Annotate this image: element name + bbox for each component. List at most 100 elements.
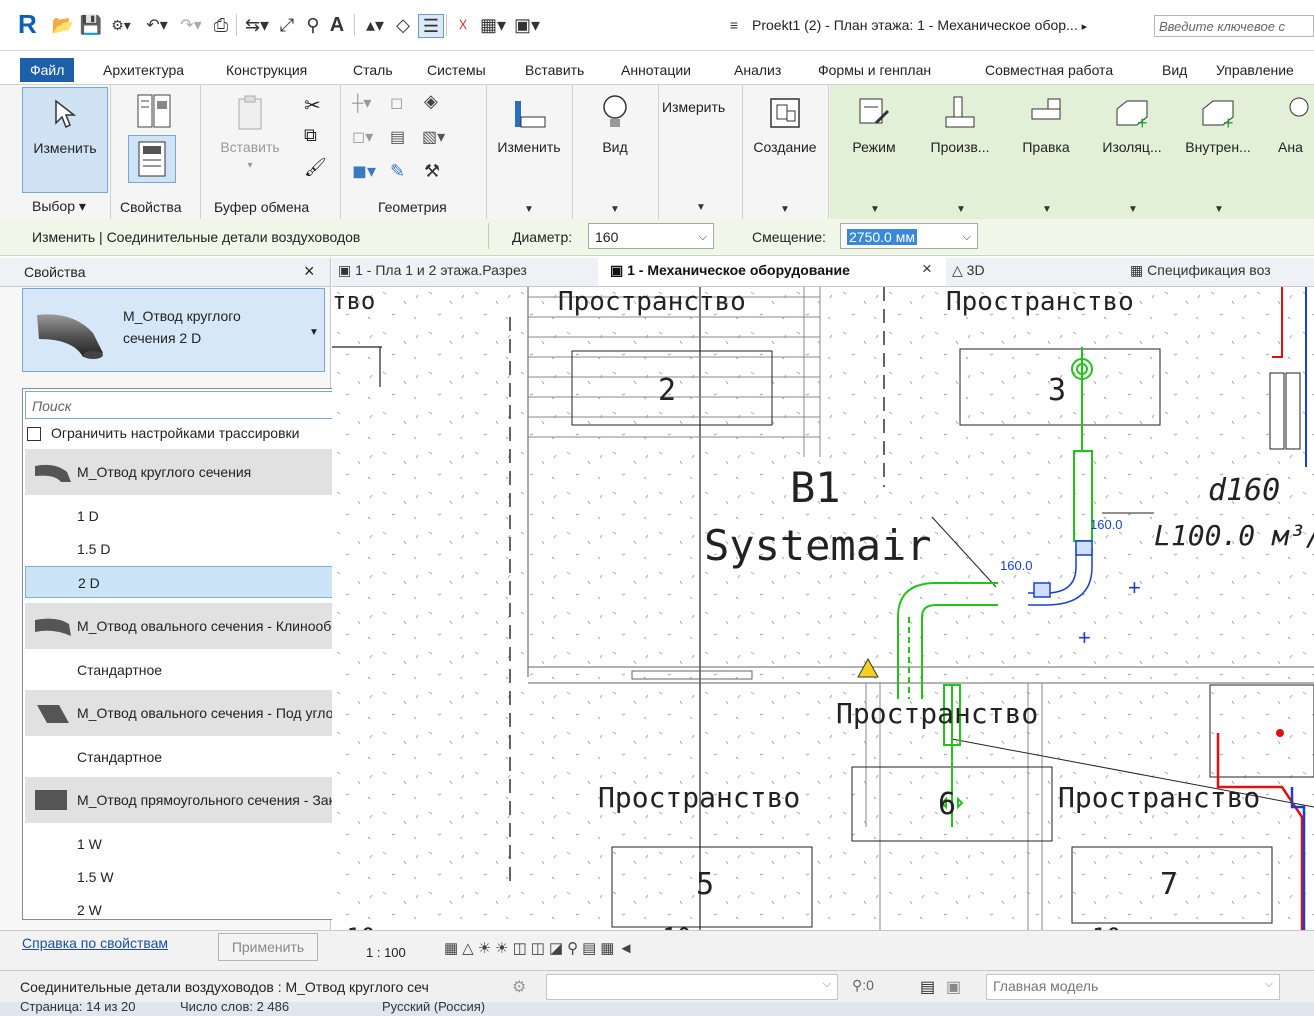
tab-3d-view[interactable]: △ 3D xyxy=(952,262,985,279)
lining-button[interactable]: + Внутрен... ▼ xyxy=(1178,87,1258,215)
tab-insert[interactable]: Вставить xyxy=(525,58,584,82)
scale-label[interactable]: 1 : 100 xyxy=(366,945,406,960)
close-tab-icon[interactable]: × xyxy=(922,259,932,279)
modify-button[interactable]: Изменить xyxy=(22,87,108,193)
dimension-icon[interactable]: ⤢ xyxy=(276,14,298,36)
lining-dropdown-icon[interactable]: ▼ xyxy=(1214,204,1224,215)
fabrication-button[interactable]: Произв... ▼ xyxy=(918,87,1002,215)
qat-menu-icon[interactable]: ≡ xyxy=(724,14,744,36)
apply-button[interactable]: Применить xyxy=(218,933,318,961)
tab-mechanical-view[interactable]: ▣ 1 - Механическое оборудование xyxy=(610,262,850,279)
match-properties-icon[interactable]: 🖌 xyxy=(304,157,327,178)
3d-view-icon[interactable]: ▴▾ xyxy=(360,14,390,36)
type-dropdown-icon[interactable]: ▼ xyxy=(309,327,319,338)
save-icon[interactable]: 💾 xyxy=(80,14,102,36)
cut-icon[interactable]: ✂ xyxy=(304,93,321,118)
tab-file[interactable]: Файл xyxy=(20,58,75,82)
geometry-panel-label: Геометрия xyxy=(378,199,447,215)
split-face-icon[interactable]: ▤ xyxy=(390,127,405,147)
tab-architecture[interactable]: Архитектура xyxy=(103,58,184,82)
tab-view[interactable]: Вид xyxy=(1162,58,1187,82)
text-icon[interactable]: A xyxy=(326,14,348,36)
workset-select[interactable]: ⌵ xyxy=(546,974,838,1000)
select-panel-label[interactable]: Выбор ▾ xyxy=(32,198,86,215)
edit-label: Изменить xyxy=(497,139,561,155)
tab-structure[interactable]: Конструкция xyxy=(226,58,307,82)
close-hidden-icon[interactable]: ☓ xyxy=(452,14,474,36)
filter-icon[interactable]: ⚲:0 xyxy=(852,977,874,994)
measure-label[interactable]: Измерить xyxy=(662,99,725,115)
edit-duct-dropdown-icon[interactable]: ▼ xyxy=(1042,204,1052,215)
customize-icon[interactable]: ▣▾ xyxy=(512,14,542,36)
worksets-icon[interactable]: ⚙ xyxy=(512,977,526,997)
view-dropdown-icon[interactable]: ▼ xyxy=(610,204,620,215)
paint-icon[interactable]: ▧▾ xyxy=(422,127,445,147)
view-control-icons[interactable]: ▦△☀☀◫◫◪⚲▤▦◄ xyxy=(444,939,637,957)
join-icon[interactable]: ◈ xyxy=(424,91,438,112)
tab-analyze[interactable]: Анализ xyxy=(734,58,781,82)
design-options-icon[interactable]: ▤ xyxy=(920,977,935,997)
offset-select[interactable]: 2750.0 мм ⌵ xyxy=(840,223,978,249)
status-text: Соединительные детали воздуховодов : М_О… xyxy=(20,979,429,995)
undo-icon[interactable]: ↶▾ xyxy=(142,14,172,36)
cut-geometry-icon[interactable]: ◻ xyxy=(390,93,403,113)
model-select[interactable]: Главная модель ⌵ xyxy=(986,974,1280,1000)
edit-button[interactable]: Изменить ▼ xyxy=(488,87,570,215)
svg-text:+: + xyxy=(1078,625,1091,650)
geometry-panel: ┼▾ ◻ ◈ ◻▾ ▤ ▧▾ ◼▾ ✎ ⚒ Геометрия xyxy=(340,85,487,219)
type-selector[interactable]: М_Отвод круглого сечения 2 D ▼ xyxy=(22,288,325,372)
sync-icon[interactable]: ⚙▾ xyxy=(106,14,136,36)
create-dropdown-icon[interactable]: ▼ xyxy=(780,204,790,215)
mode-dropdown-icon[interactable]: ▼ xyxy=(870,204,880,215)
properties-toggle-icon[interactable] xyxy=(128,135,176,183)
close-icon[interactable]: × xyxy=(304,261,315,282)
mode-button[interactable]: Режим ▼ xyxy=(834,87,914,215)
tag-icon[interactable]: ⚲ xyxy=(302,14,324,36)
properties-help-link[interactable]: Справка по свойствам xyxy=(22,935,168,951)
tab-steel[interactable]: Сталь xyxy=(353,58,393,82)
thin-lines-icon[interactable]: ☰ xyxy=(418,14,444,38)
diameter-label: Диаметр: xyxy=(512,229,573,245)
wall-joins-icon[interactable]: ◻▾ xyxy=(352,127,373,147)
edit-duct-button[interactable]: Правка ▼ xyxy=(1006,87,1086,215)
demolish-icon[interactable]: ◼▾ xyxy=(352,161,376,182)
switch-windows-icon[interactable]: ▦▾ xyxy=(478,14,508,36)
restrict-checkbox[interactable] xyxy=(27,427,41,441)
tab-manage[interactable]: Управление xyxy=(1216,58,1294,82)
app-logo[interactable]: R xyxy=(18,10,38,38)
tab-collaborate[interactable]: Совместная работа xyxy=(985,58,1113,82)
print-icon[interactable]: ⎙ xyxy=(210,14,232,36)
paste-button[interactable]: Вставить ▾ xyxy=(212,87,288,177)
view-button[interactable]: Вид ▼ xyxy=(574,87,656,215)
drawing-canvas[interactable]: + + тво Пространство Пространство 2 3 B1… xyxy=(332,287,1314,951)
tag-b1: B1 xyxy=(790,463,841,512)
room-number: 7 xyxy=(1160,867,1179,902)
linework-icon[interactable]: ✎ xyxy=(390,161,405,182)
tab-systems[interactable]: Системы xyxy=(427,58,486,82)
hammer-icon[interactable]: ⚒ xyxy=(424,161,440,182)
tab-massing[interactable]: Формы и генплан xyxy=(818,58,931,82)
open-icon[interactable]: 📂 xyxy=(52,14,74,36)
tab-schedule[interactable]: ▦ Спецификация воз xyxy=(1130,262,1271,279)
analysis-button[interactable]: Ана xyxy=(1262,87,1314,213)
insulation-dropdown-icon[interactable]: ▼ xyxy=(1128,204,1138,215)
keyword-search-input[interactable]: Введите ключевое с xyxy=(1154,15,1314,37)
redo-icon[interactable]: ↷▾ xyxy=(176,14,206,36)
insulation-button[interactable]: + Изоляц... ▼ xyxy=(1090,87,1174,215)
section-icon[interactable]: ◇ xyxy=(392,14,414,36)
round-elbow-icon xyxy=(35,464,71,482)
fabrication-dropdown-icon[interactable]: ▼ xyxy=(956,204,966,215)
measure-dropdown-icon[interactable]: ▼ xyxy=(696,202,706,213)
cope-icon[interactable]: ┼▾ xyxy=(352,93,371,113)
copy-icon[interactable]: ⧉ xyxy=(304,125,317,146)
create-button[interactable]: Создание ▼ xyxy=(744,87,826,215)
measure-icon[interactable]: ⇆▾ xyxy=(242,14,272,36)
edit-dropdown-icon[interactable]: ▼ xyxy=(524,204,534,215)
type-properties-icon[interactable] xyxy=(134,91,174,131)
tab-annotate[interactable]: Аннотации xyxy=(621,58,691,82)
editing-icon[interactable]: ▣ xyxy=(946,977,961,997)
tab-section-view[interactable]: ▣ 1 - Пла 1 и 2 этажа.Разрез xyxy=(338,262,527,279)
toolbar-divider xyxy=(236,14,237,36)
create-panel: Создание ▼ xyxy=(742,85,829,219)
diameter-select[interactable]: 160 ⌵ xyxy=(588,223,714,249)
